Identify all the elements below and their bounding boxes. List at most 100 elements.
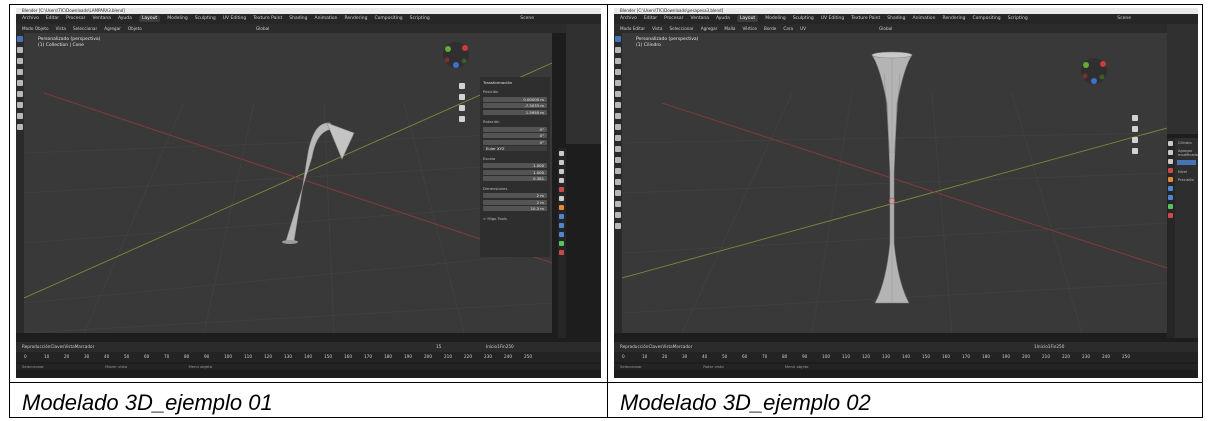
transform-tool-icon[interactable] <box>615 91 621 97</box>
header-item-2[interactable]: Seleccionar <box>669 26 693 31</box>
rotate-tool-icon[interactable] <box>615 69 621 75</box>
rotate-tool-icon[interactable] <box>17 69 23 75</box>
header-item-4[interactable]: Objeto <box>128 26 142 31</box>
menu-item-3[interactable]: Ventana <box>93 16 111 21</box>
zoom-icon[interactable] <box>1132 115 1138 121</box>
scene-selector[interactable]: Scene <box>1117 14 1131 24</box>
loop-cut-tool-icon[interactable] <box>615 157 621 163</box>
grid-toggle-icon[interactable] <box>459 116 465 122</box>
scene-props-icon[interactable] <box>559 187 564 192</box>
menu-item-12[interactable]: Rendering <box>344 16 367 21</box>
current-frame-field[interactable]: 15 <box>436 342 441 352</box>
timeline-field-3[interactable]: 250 <box>506 344 514 349</box>
menu-item-12[interactable]: Rendering <box>942 16 965 21</box>
3d-viewport[interactable]: Personalizado (perspectiva) (1) Cilindro <box>622 33 1167 333</box>
header-item-0[interactable]: Modo Editar <box>620 26 645 31</box>
object-props-icon[interactable] <box>559 205 564 210</box>
render-props-icon[interactable] <box>559 160 564 165</box>
bevel-tool-icon[interactable] <box>615 146 621 152</box>
dimension-y-field[interactable]: 2 m <box>483 199 547 205</box>
menu-item-5[interactable]: Layout <box>736 15 759 22</box>
rotation-z-field[interactable]: 0° <box>483 139 547 145</box>
measure-tool-icon[interactable] <box>615 113 621 119</box>
scale-tool-icon[interactable] <box>615 80 621 86</box>
menu-item-1[interactable]: Editar <box>644 16 657 21</box>
timeline-ruler[interactable]: 0 10 20 30 40 50 60 70 80 90 100 110 120 130 140 150 160… <box>614 352 1198 362</box>
output-props-icon[interactable] <box>1168 159 1173 164</box>
smooth-tool-icon[interactable] <box>615 201 621 207</box>
object-props-icon[interactable] <box>1168 177 1173 182</box>
menu-item-2[interactable]: Procesar <box>664 16 683 21</box>
pan-hand-icon[interactable] <box>1132 126 1138 132</box>
constraints-props-icon[interactable] <box>559 241 564 246</box>
timeline-menu-3[interactable]: Marcador <box>673 344 693 349</box>
menu-item-4[interactable]: Ayuda <box>118 16 132 21</box>
header-item-5[interactable]: Vértice <box>742 26 757 31</box>
annotate-tool-icon[interactable] <box>17 102 23 108</box>
header-item-7[interactable]: Cara <box>783 26 793 31</box>
menu-item-0[interactable]: Archivo <box>22 16 39 21</box>
poly-build-tool-icon[interactable] <box>615 179 621 185</box>
modifier-props-icon[interactable] <box>1168 186 1173 191</box>
dimension-x-field[interactable]: 2 m <box>483 193 547 198</box>
menu-item-13[interactable]: Compositing <box>374 16 402 21</box>
header-item-3[interactable]: Agregar <box>104 26 121 31</box>
location-y-field[interactable]: -7.5033 m <box>483 103 547 108</box>
tool-props-icon[interactable] <box>559 151 564 156</box>
menu-item-6[interactable]: Modeling <box>167 16 187 21</box>
timeline-menu-2[interactable]: Vista <box>64 344 74 349</box>
knife-tool-icon[interactable] <box>615 168 621 174</box>
menu-item-10[interactable]: Shading <box>887 16 905 21</box>
add-modifier-button[interactable]: Agregar modificador <box>1175 146 1198 158</box>
data-props-icon[interactable] <box>1168 204 1173 209</box>
menu-item-7[interactable]: Sculpting <box>793 16 814 21</box>
grid-toggle-icon[interactable] <box>1132 148 1138 154</box>
modifier-active-row[interactable] <box>1177 160 1196 165</box>
transform-tool-icon[interactable] <box>17 91 23 97</box>
menu-item-3[interactable]: Ventana <box>691 16 709 21</box>
rotation-x-field[interactable]: 0° <box>483 126 547 132</box>
spin-tool-icon[interactable] <box>615 190 621 196</box>
menu-item-14[interactable]: Scripting <box>410 16 430 21</box>
menu-item-10[interactable]: Shading <box>289 16 307 21</box>
extrude-tool-icon[interactable] <box>615 124 621 130</box>
material-props-icon[interactable] <box>559 250 564 255</box>
move-tool-icon[interactable] <box>615 58 621 64</box>
camera-icon[interactable] <box>1132 137 1138 143</box>
tool-props-icon[interactable] <box>1168 141 1173 146</box>
scale-tool-icon[interactable] <box>17 80 23 86</box>
timeline-menu-1[interactable]: Claves <box>648 344 662 349</box>
physics-props-icon[interactable] <box>559 232 564 237</box>
menu-item-11[interactable]: Animation <box>315 16 338 21</box>
scale-y-field[interactable]: 1.000 <box>483 169 547 175</box>
timeline-menu-0[interactable]: Reproducción <box>22 344 50 349</box>
scene-selector[interactable]: Scene <box>520 14 534 24</box>
scale-z-field[interactable]: 0.381 <box>483 176 547 181</box>
migo-tools-panel[interactable]: > Migo Tools <box>480 213 550 222</box>
rotation-mode-select[interactable]: Euler XYZ <box>483 146 547 151</box>
menu-item-8[interactable]: UV Editing <box>223 16 246 21</box>
camera-icon[interactable] <box>459 105 465 111</box>
header-item-1[interactable]: Vista <box>56 26 66 31</box>
move-tool-icon[interactable] <box>17 58 23 64</box>
timeline-ruler[interactable]: 0 10 20 30 40 50 60 70 80 90 100 110 120 130 140 150 160… <box>16 352 601 362</box>
header-item-4[interactable]: Malla <box>724 26 735 31</box>
select-tool-icon[interactable] <box>17 36 23 42</box>
menu-item-6[interactable]: Modeling <box>765 16 785 21</box>
dimension-z-field[interactable]: 10.3 m <box>483 206 547 211</box>
header-item-0[interactable]: Modo Objeto <box>22 26 49 31</box>
timeline-menu-2[interactable]: Vista <box>662 344 672 349</box>
timeline-menu-0[interactable]: Reproducción <box>620 344 648 349</box>
pan-hand-icon[interactable] <box>459 94 465 100</box>
timeline-field-0[interactable]: Inicio <box>486 344 497 349</box>
cursor-tool-icon[interactable] <box>17 47 23 53</box>
select-tool-icon[interactable] <box>615 36 621 42</box>
output-props-icon[interactable] <box>559 169 564 174</box>
rotation-y-field[interactable]: 0° <box>483 133 547 138</box>
menu-item-7[interactable]: Sculpting <box>195 16 216 21</box>
timeline-menu-1[interactable]: Claves <box>50 344 64 349</box>
cursor-tool-icon[interactable] <box>615 47 621 53</box>
zoom-icon[interactable] <box>459 83 465 89</box>
header-item-2[interactable]: Seleccionar <box>73 26 97 31</box>
header-item-1[interactable]: Vista <box>652 26 662 31</box>
